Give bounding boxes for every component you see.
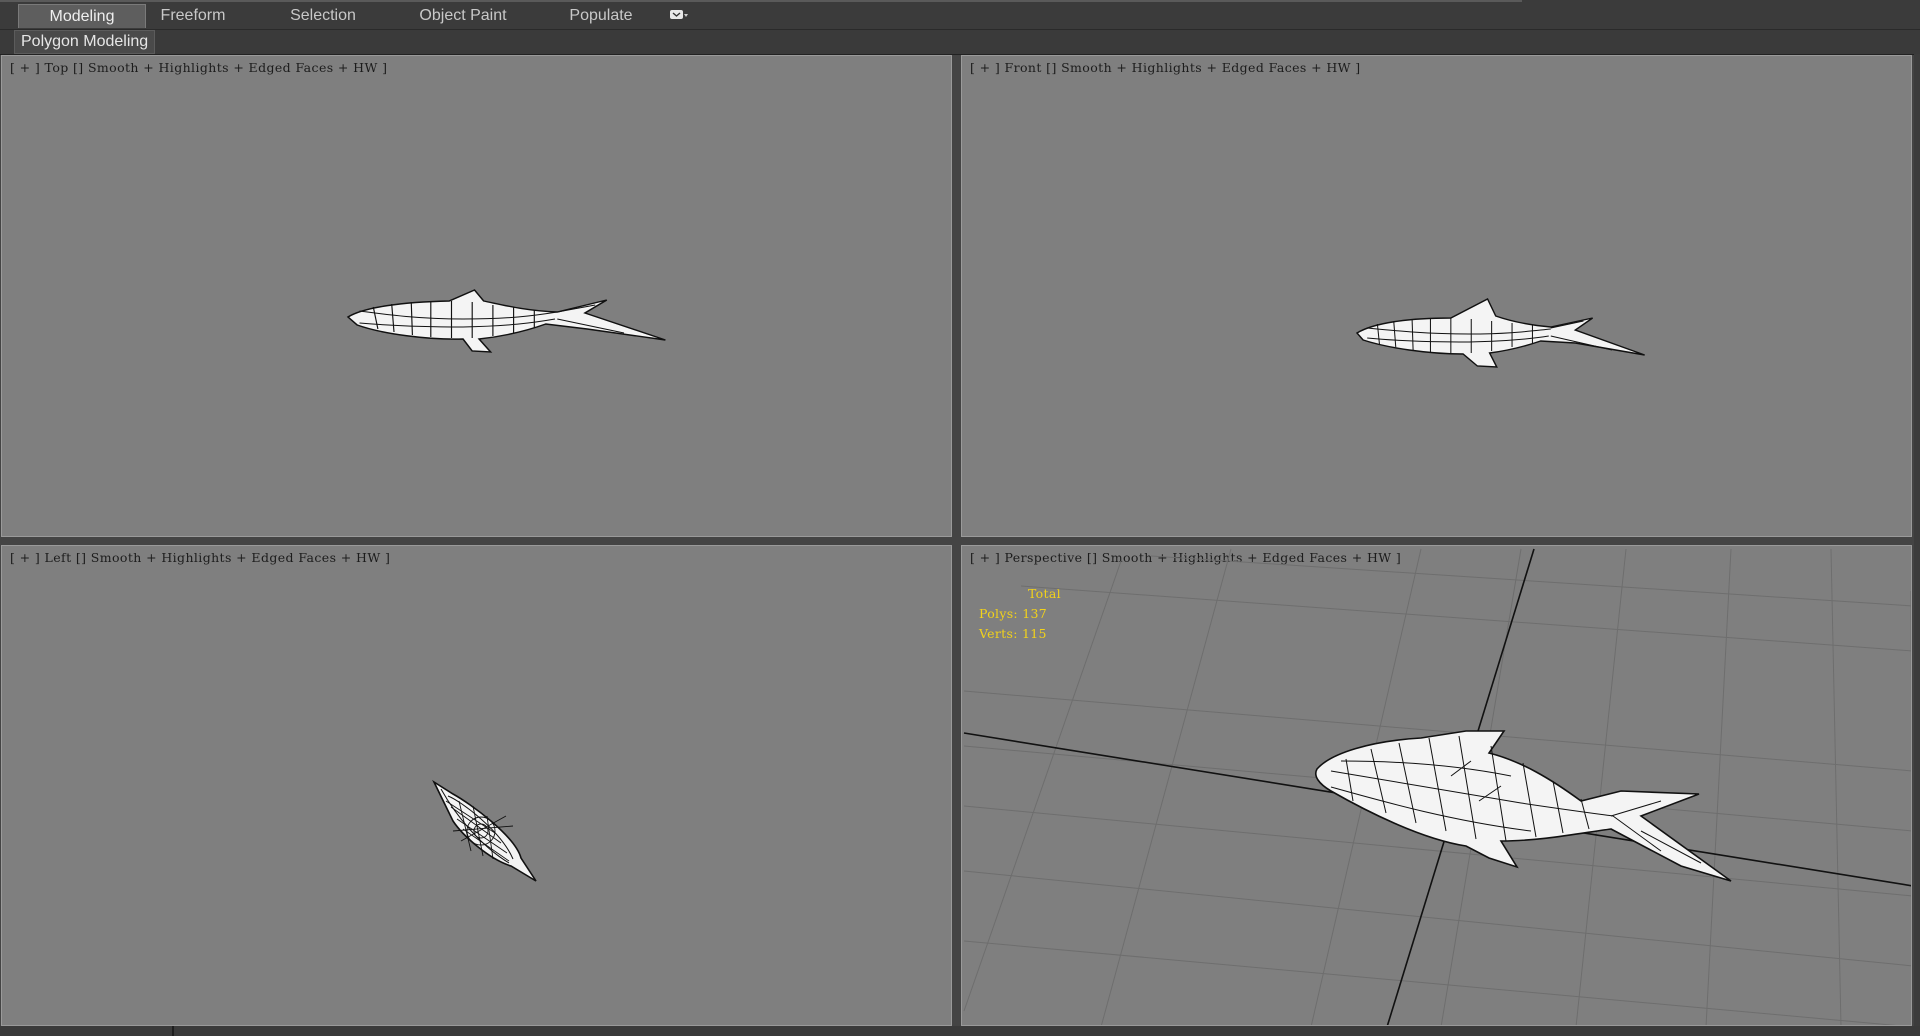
tab-modeling[interactable]: Modeling [18,4,146,28]
status-strip-divider [172,1026,174,1036]
status-strip [0,1026,1920,1036]
ribbon-options-icon[interactable] [670,9,688,21]
viewport-right-border [1914,54,1920,1026]
ribbon-top-border [0,0,1522,2]
viewport-perspective[interactable]: [ + ] Perspective [] Smooth + Highlights… [961,545,1912,1026]
fish-mesh-front[interactable] [962,56,1912,537]
fish-mesh-top[interactable] [2,56,952,537]
ribbon-tab-bar: Modeling Freeform Selection Object Paint… [0,0,1920,30]
polygon-modeling-panel-button[interactable]: Polygon Modeling [14,30,156,54]
perspective-scene[interactable] [962,546,1912,1026]
viewport-top[interactable]: [ + ] Top [] Smooth + Highlights + Edged… [1,55,952,537]
fish-mesh-left[interactable] [2,546,952,1026]
ribbon-panel-row [0,30,1920,55]
viewport-front[interactable]: [ + ] Front [] Smooth + Highlights + Edg… [961,55,1912,537]
tab-freeform[interactable]: Freeform [148,4,238,28]
tab-selection[interactable]: Selection [278,4,368,28]
tab-object-paint[interactable]: Object Paint [408,4,518,28]
viewport-left[interactable]: [ + ] Left [] Smooth + Highlights + Edge… [1,545,952,1026]
tab-populate[interactable]: Populate [556,4,646,28]
